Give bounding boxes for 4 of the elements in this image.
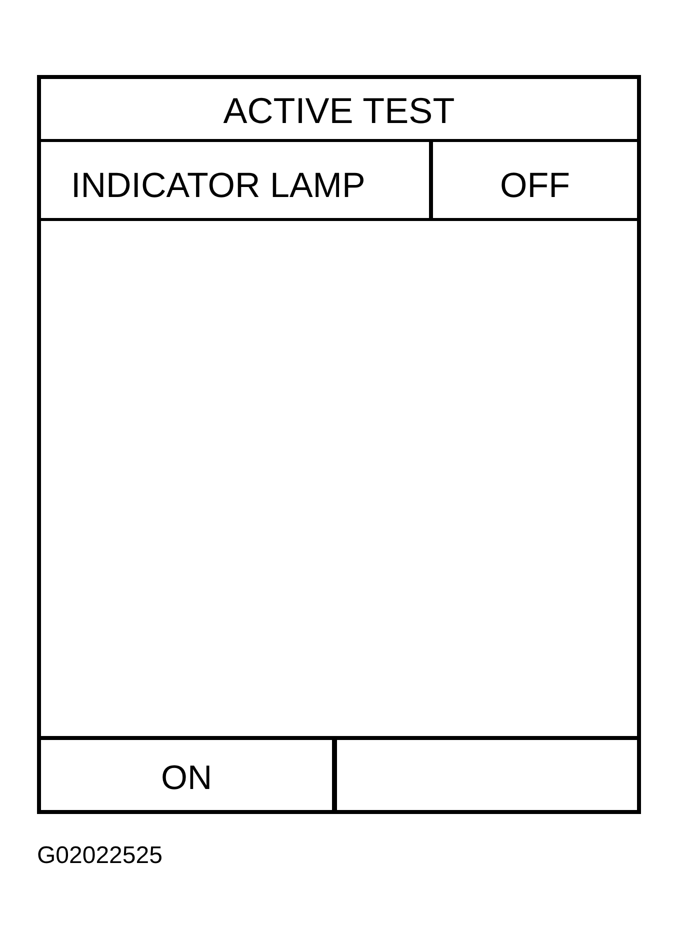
item-value: OFF	[500, 168, 570, 202]
item-label: INDICATOR LAMP	[71, 168, 366, 202]
figure-id: G02022525	[37, 844, 162, 868]
screen-title: ACTIVE TEST	[223, 93, 455, 129]
